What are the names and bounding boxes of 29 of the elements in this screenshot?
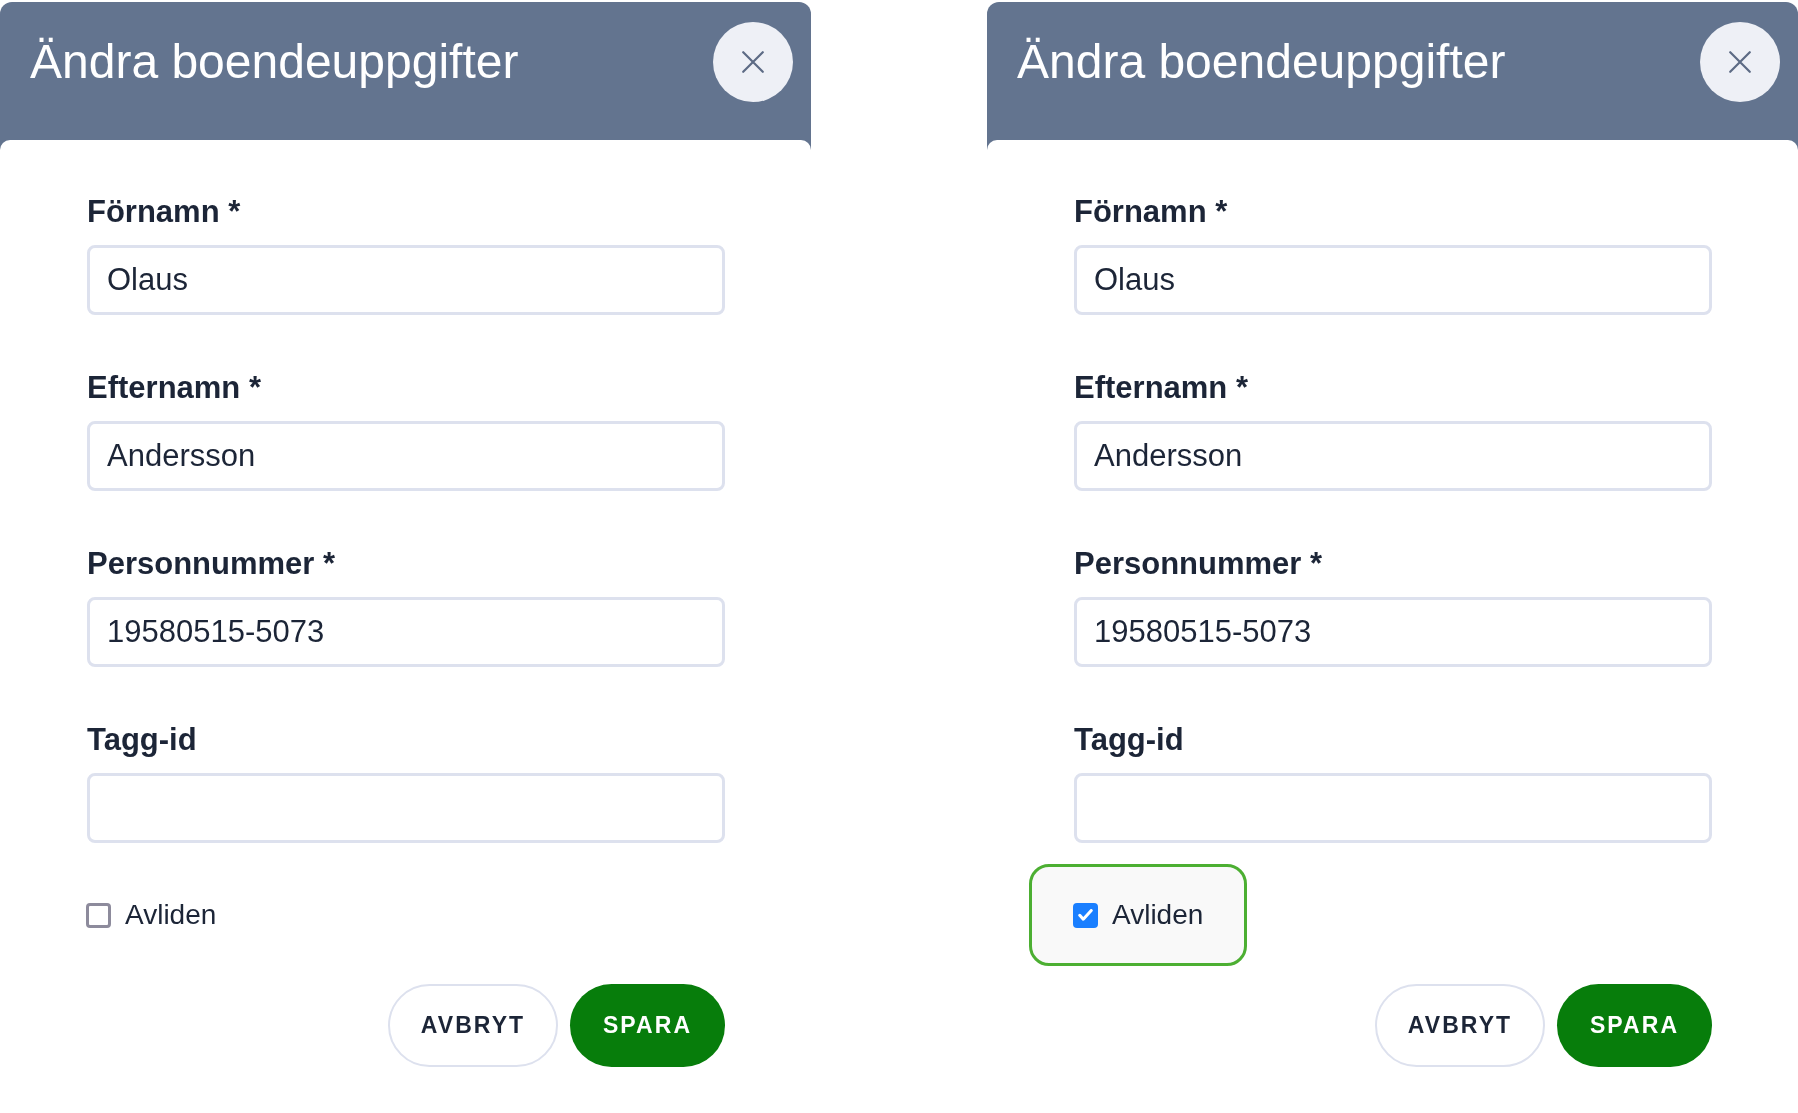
checkbox[interactable] — [86, 902, 111, 928]
field-label: Tagg-id — [87, 724, 197, 756]
field-label: Efternamn * — [1074, 372, 1248, 404]
text-field[interactable] — [87, 773, 725, 843]
field-label: Tagg-id — [1074, 724, 1184, 756]
field-label: Efternamn * — [87, 372, 261, 404]
cancel-button[interactable]: AVBRYT — [1375, 984, 1545, 1067]
close-icon — [1729, 51, 1751, 73]
save-button[interactable]: SPARA — [1557, 984, 1712, 1067]
checkbox-label[interactable]: Avliden — [125, 898, 217, 932]
text-field[interactable]: 19580515-5073 — [1074, 597, 1712, 667]
dialog-title: Ändra boendeuppgifter — [1017, 34, 1506, 90]
field-label: Förnamn * — [1074, 196, 1228, 228]
text-field[interactable]: Andersson — [87, 421, 725, 491]
dialog-title: Ändra boendeuppgifter — [30, 34, 519, 90]
text-field[interactable]: Olaus — [87, 245, 725, 315]
text-field[interactable] — [1074, 773, 1712, 843]
save-button[interactable]: SPARA — [570, 984, 725, 1067]
text-field[interactable]: Andersson — [1074, 421, 1712, 491]
check-icon — [1078, 909, 1093, 921]
text-field[interactable]: 19580515-5073 — [87, 597, 725, 667]
field-label: Förnamn * — [87, 196, 241, 228]
field-label: Personnummer * — [1074, 548, 1323, 580]
cancel-button[interactable]: AVBRYT — [388, 984, 558, 1067]
checkbox[interactable] — [1073, 902, 1098, 928]
text-field[interactable]: Olaus — [1074, 245, 1712, 315]
checkbox-label[interactable]: Avliden — [1112, 898, 1204, 932]
field-label: Personnummer * — [87, 548, 336, 580]
close-icon — [742, 51, 764, 73]
